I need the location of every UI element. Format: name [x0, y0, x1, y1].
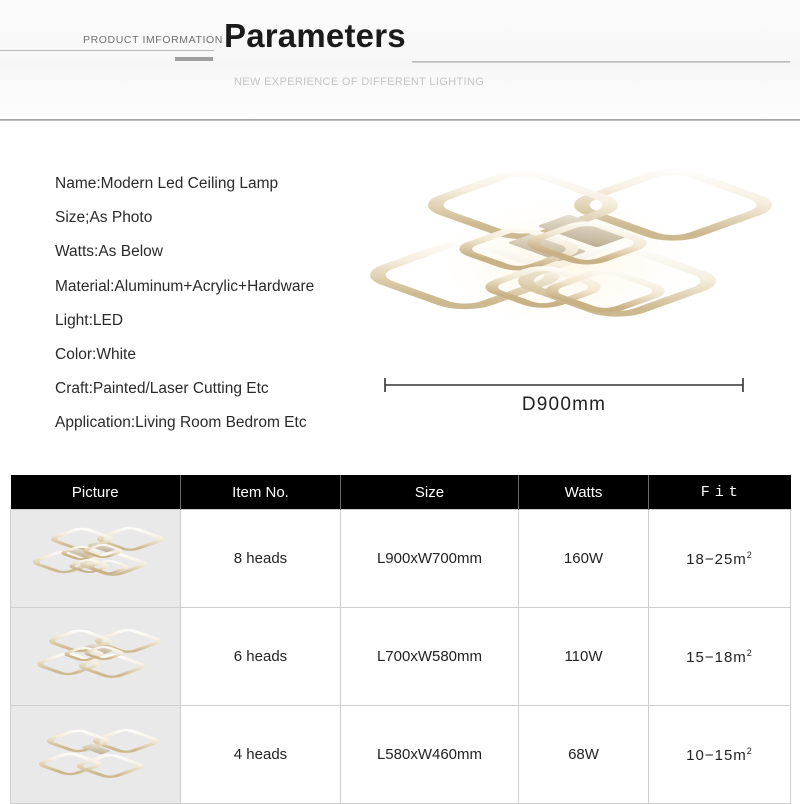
dimension-line	[384, 378, 744, 392]
thumbnail-cell-8-heads	[10, 509, 181, 608]
lamp-6-heads-thumbnail-icon	[36, 628, 161, 678]
spec-line-name: Name:Modern Led Ceiling Lamp	[55, 175, 279, 192]
dimension-annotation: D900mm	[380, 376, 760, 420]
spec-line-watts: Watts:As Below	[55, 243, 163, 261]
column-header-item-no: Item No.	[180, 475, 341, 510]
fit-range: 18−25m	[686, 550, 747, 568]
fit-unit-exponent: 2	[746, 647, 753, 658]
table-row: 8 heads L900xW700mm 160W 18−25m2	[10, 509, 791, 608]
column-header-picture: Picture	[10, 475, 181, 510]
table-header-row: Picture Item No. Size Watts Fit	[10, 475, 791, 510]
cell-size: L700xW580mm	[340, 607, 519, 706]
spec-line-craft: Craft:Painted/Laser Cutting Etc	[55, 380, 269, 398]
column-header-fit: Fit	[648, 475, 791, 510]
cell-fit: 10−15m2	[648, 705, 791, 804]
fit-unit-exponent: 2	[746, 745, 753, 756]
page-title: Parameters	[224, 17, 406, 54]
page-subtitle: NEW EXPERIENCE OF DIFFERENT LIGHTING	[234, 76, 485, 88]
cell-item-no: 8 heads	[180, 509, 341, 608]
spec-line-material: Material:Aluminum+Acrylic+Hardware	[55, 277, 315, 295]
spec-line-light: Light:LED	[55, 311, 124, 329]
lamp-8-heads-thumbnail-icon	[32, 526, 163, 576]
cell-fit: 15−18m2	[648, 607, 791, 706]
thumbnail-cell-6-heads	[10, 607, 181, 706]
lamp-4-heads-thumbnail-icon	[38, 728, 159, 778]
spec-line-size: Size;As Photo	[55, 209, 153, 227]
eyebrow-label: PRODUCT IMFORMATION	[83, 34, 223, 46]
column-header-watts: Watts	[518, 475, 649, 510]
dimension-label: D900mm	[521, 394, 607, 415]
spec-line-color: Color:White	[55, 346, 136, 364]
cell-watts: 160W	[518, 509, 649, 608]
thumbnail-cell-4-heads	[10, 705, 181, 804]
cell-size: L580xW460mm	[340, 705, 519, 804]
cell-size: L900xW700mm	[340, 509, 519, 608]
header-divider	[0, 119, 800, 121]
fit-range: 10−15m	[686, 746, 747, 764]
column-header-size: Size	[340, 475, 519, 510]
table-row: 6 heads L700xW580mm 110W 15−18m2	[10, 607, 791, 706]
fit-unit-exponent: 2	[746, 549, 753, 560]
title-rule	[412, 61, 790, 63]
specification-list: Name:Modern Led Ceiling Lamp Size;As Pho…	[55, 167, 385, 441]
cell-watts: 68W	[518, 705, 649, 804]
table-row: 4 heads L580xW460mm 68W 10−15m2	[10, 705, 791, 804]
eyebrow-accent-dash	[175, 57, 213, 61]
eyebrow-rule	[0, 50, 214, 51]
cell-watts: 110W	[518, 607, 649, 706]
fit-range: 15−18m	[686, 648, 747, 666]
spec-line-application: Application:Living Room Bedrom Etc	[55, 414, 307, 432]
cell-fit: 18−25m2	[648, 509, 791, 608]
cell-item-no: 4 heads	[180, 705, 341, 804]
cell-item-no: 6 heads	[180, 607, 341, 706]
specification-table: Picture Item No. Size Watts Fit 8 heads …	[10, 475, 791, 804]
